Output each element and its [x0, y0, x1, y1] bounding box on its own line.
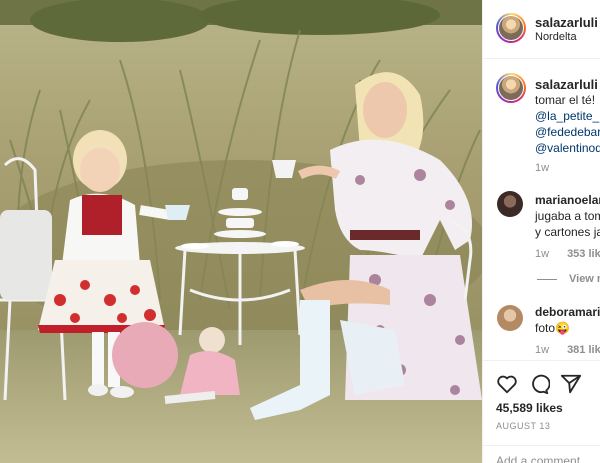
author-username-text[interactable]: salazarluli [535, 15, 598, 30]
caption-text: tomar el té! [535, 93, 596, 107]
author-username[interactable]: salazarluli✓ [535, 15, 600, 30]
post-actions: 45,589 likes AUGUST 13 Add a comment... [483, 360, 600, 463]
caption-mention[interactable]: @la_petite_m [535, 108, 600, 124]
photo-illustration [0, 0, 482, 463]
comment-time: 1w [535, 248, 550, 260]
comment-meta: 1w 353 likes [535, 248, 600, 260]
comment-bubble-icon[interactable] [528, 373, 550, 395]
caption-mention[interactable]: @valentinod [535, 140, 600, 156]
post-location[interactable]: Nordelta [535, 31, 577, 43]
view-replies-link[interactable]: View re [569, 273, 600, 285]
caption-mention[interactable]: @fededebart [535, 124, 600, 140]
paper-plane-icon[interactable] [560, 373, 582, 395]
commenter-avatar[interactable] [497, 191, 523, 217]
comment-username[interactable]: deboramarit [535, 305, 600, 319]
comment-username[interactable]: marianoelam [535, 193, 600, 207]
heart-icon[interactable] [496, 373, 518, 395]
comment-likes[interactable]: 353 likes [567, 248, 600, 260]
commenter-avatar[interactable] [497, 305, 523, 331]
add-comment-input[interactable]: Add a comment... [483, 445, 600, 463]
comment-meta: 1w 381 likes [535, 344, 600, 356]
comment-text: foto😜 [535, 321, 570, 335]
post-photo[interactable] [0, 0, 482, 463]
caption-time: 1w [535, 162, 550, 174]
author-avatar[interactable] [496, 13, 526, 43]
comment-text: jugaba a tom [535, 209, 600, 223]
replies-divider [537, 279, 557, 280]
post-sidebar: salazarluli✓ Nordelta salazarluli✓ tomar… [482, 0, 600, 463]
comment-time: 1w [535, 344, 550, 356]
post-header: salazarluli✓ Nordelta [483, 0, 600, 59]
caption-username-text[interactable]: salazarluli [535, 77, 598, 92]
caption-username[interactable]: salazarluli✓ [535, 77, 600, 92]
post-date: AUGUST 13 [496, 421, 551, 431]
add-comment-placeholder: Add a comment... [496, 454, 591, 463]
caption-avatar[interactable] [496, 73, 526, 103]
comment-text: y cartones jaj [535, 225, 600, 239]
comment-likes[interactable]: 381 likes [567, 344, 600, 356]
likes-count[interactable]: 45,589 likes [496, 401, 563, 415]
